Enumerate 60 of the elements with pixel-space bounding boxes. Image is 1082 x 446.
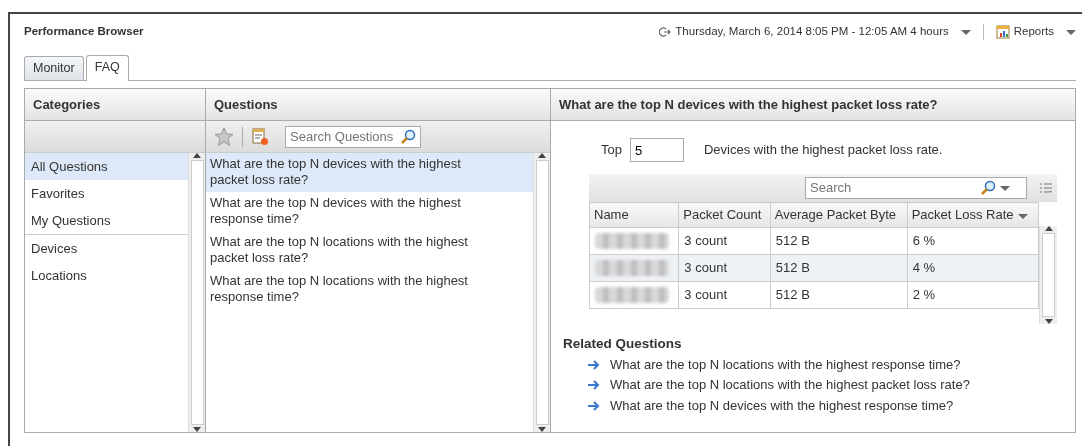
table-cell: 512 B [770,227,908,254]
top-count-field[interactable]: 5 [629,138,684,162]
new-document-icon [251,127,269,146]
category-item[interactable]: My Questions [25,207,188,234]
table-cell: 3 count [678,254,771,281]
table-cell: 512 B [770,254,908,281]
answer-title: What are the top N devices with the highest packet loss rate? [551,89,1075,121]
reports-dropdown[interactable]: Reports [995,23,1076,41]
scroll-up-icon [1044,226,1053,231]
search-field[interactable]: Search Questions [285,125,421,148]
category-item[interactable]: Devices [25,235,188,262]
column-options-icon [1039,182,1053,194]
time-range-dropdown[interactable]: Thursday, March 6, 2014 8:05 PM - 12:05 AM 4 hours [659,23,971,41]
question-item[interactable]: What are the top N locations with the highest response time? [206,270,533,309]
table-cell: 6 % [907,227,1039,254]
related-question-link[interactable]: What are the top N locations with the highest packet loss rate? [610,375,970,395]
scroll-down-icon [538,427,546,432]
table-cell: 4 % [907,254,1039,281]
report-icon [995,25,1010,39]
window-title: Performance Browser [24,24,144,40]
column-header[interactable]: Packet Loss Rate [907,202,1039,227]
category-item[interactable]: Favorites [25,180,188,207]
table-cell: 512 B [770,281,908,308]
arrow-right-icon [587,380,600,390]
caret-icon [1066,29,1076,35]
search-icon [980,180,996,196]
scroll-down-icon [1044,319,1053,324]
question-item[interactable]: What are the top N devices with the highest response time? [206,192,533,231]
column-header[interactable]: Average Packet Byte [770,202,908,227]
scrollbar[interactable] [1039,226,1057,324]
question-item[interactable]: What are the top N locations with the highest packet loss rate? [206,231,533,270]
scroll-down-icon [193,427,201,432]
scrollbar[interactable] [533,153,550,432]
table-cell: 3 count [678,281,771,308]
description-text: Devices with the highest packet loss rate. [703,141,943,160]
column-header: Questions [206,89,550,121]
question-item[interactable]: What are the top N devices with the highest packet loss rate? [206,153,533,192]
refresh-arrow-icon [659,27,672,37]
caret-icon [960,29,971,35]
tab[interactable]: Monitor [24,56,84,80]
column-header[interactable]: Name [589,202,679,227]
column-header: Categories [25,89,205,121]
top-label: Top [601,141,622,160]
column-header[interactable]: Packet Count [678,202,771,227]
arrow-right-icon [587,400,600,411]
scrollbar[interactable] [188,153,205,432]
tab[interactable]: FAQ [85,55,129,81]
search-field[interactable]: Search [810,178,980,198]
category-item[interactable]: Locations [25,262,188,289]
arrow-right-icon [587,359,600,370]
section-heading: Related Questions [563,335,682,353]
search-icon [400,128,416,145]
related-question-link[interactable]: What are the top N locations with the highest response time? [610,354,961,375]
table-cell: 3 count [678,227,771,254]
category-item[interactable]: All Questions [25,153,188,180]
table-cell: 2 % [907,281,1039,308]
related-question-link[interactable]: What are the top N devices with the highest response time? [610,395,954,416]
search-box[interactable]: Search [805,177,1027,199]
caret-icon [1000,185,1010,191]
star-icon [214,126,234,147]
